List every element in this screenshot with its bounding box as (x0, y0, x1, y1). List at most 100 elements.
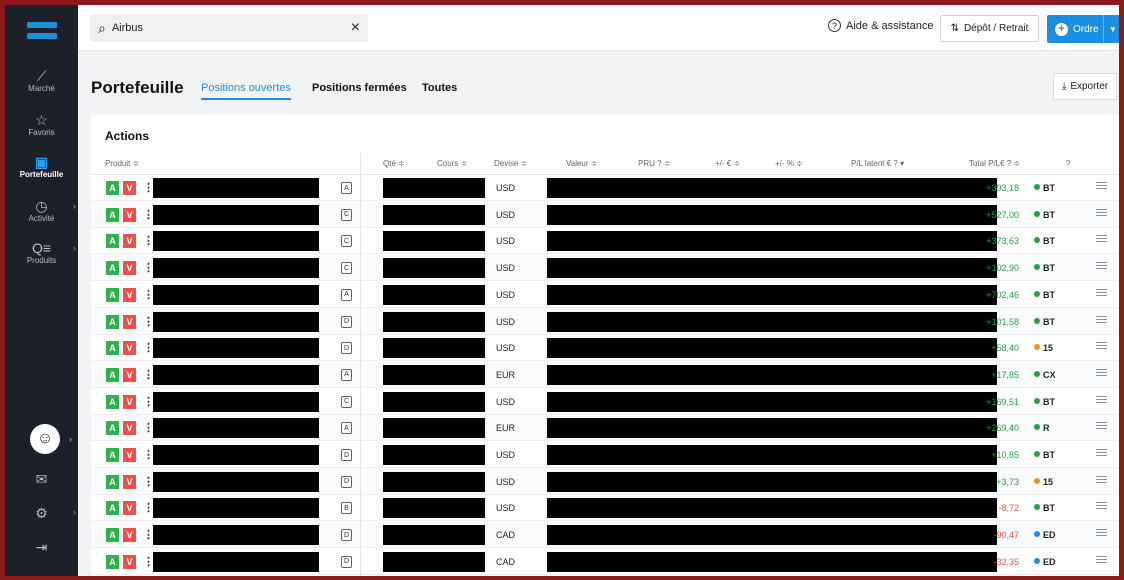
row-menu-icon[interactable] (1096, 368, 1107, 379)
total-pl-cell: +102,90 (986, 263, 1019, 274)
buy-button[interactable]: A (106, 341, 119, 356)
col-plus-minus-eur[interactable]: +/- € ≑ (715, 159, 740, 168)
sell-button[interactable]: V (123, 234, 136, 249)
sell-button[interactable]: V (123, 367, 136, 382)
buy-button[interactable]: A (106, 421, 119, 436)
row-menu-icon[interactable] (1096, 208, 1107, 219)
col-produit[interactable]: Produit ≑ (105, 159, 139, 168)
row-menu-icon[interactable] (1096, 449, 1107, 459)
row-menu-icon[interactable] (1096, 422, 1107, 432)
redacted-product-name (153, 231, 319, 252)
sell-button[interactable]: V (123, 314, 136, 329)
order-main[interactable]: + Ordre (1047, 15, 1103, 43)
sell-button[interactable]: V (123, 261, 136, 276)
table-row[interactable]: A V ⋮ C USD +102,90 BT (91, 255, 1119, 282)
sell-button[interactable]: V (123, 394, 136, 409)
buy-button[interactable]: A (106, 234, 119, 249)
row-menu-icon[interactable] (1096, 502, 1107, 512)
search-input[interactable] (111, 22, 351, 34)
col-plus-minus-pct[interactable]: +/- % ≑ (775, 159, 803, 168)
sidebar-item-favoris[interactable]: ☆ Favoris (5, 103, 78, 145)
buy-button[interactable]: A (106, 181, 119, 195)
user-avatar-icon[interactable]: ☺ (30, 424, 60, 454)
mail-icon[interactable]: ✉ (5, 465, 78, 493)
table-row[interactable]: A V ⋮ D USD +58,40 15 (91, 335, 1119, 362)
tab-positions-ouvertes[interactable]: Positions ouvertes (201, 82, 291, 100)
chevron-down-icon[interactable]: ▼ (1103, 15, 1119, 43)
row-menu-icon[interactable] (1096, 235, 1107, 245)
redacted-product-name (153, 258, 319, 279)
table-row[interactable]: A V ⋮ A EUR +17,85 CX (91, 361, 1119, 388)
buy-button[interactable]: A (106, 448, 119, 462)
buy-button[interactable]: A (106, 501, 119, 516)
table-row[interactable]: A V ⋮ C USD +373,63 BT (91, 228, 1119, 255)
row-menu-icon[interactable] (1096, 395, 1107, 406)
sidebar-item-marche[interactable]: ⟋ Marché (5, 59, 78, 101)
col-pl-latent[interactable]: P/L latent € ? ▾ (851, 159, 904, 168)
table-row[interactable]: A V ⋮ A USD +702,46 BT (91, 282, 1119, 308)
product-type-badge: D (341, 475, 352, 488)
order-button[interactable]: + Ordre ▼ (1047, 15, 1119, 43)
tab-positions-fermees[interactable]: Positions fermées (312, 82, 407, 94)
logout-icon[interactable]: ⇥ (5, 533, 78, 561)
wallet-icon: ▣ (34, 153, 49, 170)
sell-button[interactable]: V (123, 207, 136, 222)
search-box[interactable]: ⌕ × (90, 14, 368, 42)
col-devise[interactable]: Devise ≑ (494, 159, 527, 168)
help-link[interactable]: ? Aide & assistance (828, 19, 933, 32)
row-menu-icon[interactable] (1096, 182, 1107, 192)
row-menu-icon[interactable] (1096, 555, 1107, 566)
buy-button[interactable]: A (106, 394, 119, 409)
table-row[interactable]: A V ⋮ D USD +10,85 BT (91, 442, 1119, 468)
row-menu-icon[interactable] (1096, 262, 1107, 272)
row-menu-icon[interactable] (1096, 529, 1107, 539)
settings-gear-icon[interactable]: ⚙ › (5, 499, 78, 527)
table-row[interactable]: A V ⋮ C USD +527,00 BT (91, 201, 1119, 228)
row-menu-icon[interactable] (1096, 288, 1107, 299)
col-pru[interactable]: PRU ? ≑ (638, 159, 671, 168)
export-button[interactable]: ⤓ Exporter (1053, 73, 1117, 100)
table-row[interactable]: A V ⋮ C USD +169,51 BT (91, 389, 1119, 415)
table-row[interactable]: A V ⋮ A USD +393,18 BT (91, 175, 1119, 201)
sell-button[interactable]: V (123, 421, 136, 436)
buy-button[interactable]: A (106, 528, 119, 543)
product-type-badge: A (341, 182, 352, 194)
table-row[interactable]: A V ⋮ A EUR +269,40 R (91, 415, 1119, 442)
buy-button[interactable]: A (106, 367, 119, 382)
table-row[interactable]: A V ⋮ D USD +3,73 15 (91, 468, 1119, 495)
sell-button[interactable]: V (123, 448, 136, 462)
app-logo[interactable] (5, 5, 78, 55)
sell-button[interactable]: V (123, 181, 136, 195)
buy-button[interactable]: A (106, 474, 119, 489)
total-pl-cell: +3,73 (996, 476, 1019, 487)
row-menu-icon[interactable] (1096, 342, 1107, 352)
table-row[interactable]: A V ⋮ D CAD -32,35 ED (91, 549, 1119, 575)
col-valeur[interactable]: Valeur ≑ (566, 159, 597, 168)
table-row[interactable]: A V ⋮ D CAD -90,47 ED (91, 522, 1119, 549)
col-cours[interactable]: Cours ≑ (437, 159, 467, 168)
buy-button[interactable]: A (106, 287, 119, 302)
sidebar-item-produits[interactable]: Q≡ Produits › (5, 231, 78, 273)
sidebar-item-portefeuille[interactable]: ▣ Portefeuille (5, 145, 78, 187)
status-badge-label: 15 (1043, 476, 1054, 487)
row-menu-icon[interactable] (1096, 315, 1107, 326)
sell-button[interactable]: V (123, 554, 136, 569)
tab-toutes[interactable]: Toutes (422, 82, 457, 94)
buy-button[interactable]: A (106, 207, 119, 222)
sell-button[interactable]: V (123, 501, 136, 516)
buy-button[interactable]: A (106, 261, 119, 276)
row-menu-icon[interactable] (1096, 475, 1107, 486)
sidebar-item-activite[interactable]: ◷ Activité › (5, 189, 78, 231)
buy-button[interactable]: A (106, 554, 119, 569)
table-row[interactable]: A V ⋮ D USD +101,58 BT (91, 308, 1119, 335)
sell-button[interactable]: V (123, 287, 136, 302)
deposit-withdraw-button[interactable]: ⇅ Dépôt / Retrait (940, 15, 1039, 42)
sell-button[interactable]: V (123, 474, 136, 489)
col-qte[interactable]: Qté ≑ (383, 159, 405, 168)
table-row[interactable]: A V ⋮ B USD -8,72 BT (91, 495, 1119, 522)
close-icon[interactable]: × (351, 19, 360, 37)
buy-button[interactable]: A (106, 314, 119, 329)
sell-button[interactable]: V (123, 528, 136, 543)
col-total-pl[interactable]: Total P/L€ ? ≑ (969, 159, 1020, 168)
sell-button[interactable]: V (123, 341, 136, 356)
